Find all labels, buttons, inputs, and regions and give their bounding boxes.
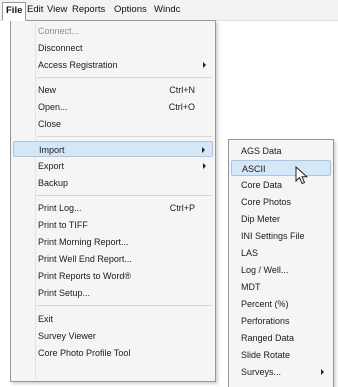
menu-item-print-reports-to-word[interactable]: Print Reports to Word®: [13, 268, 213, 284]
menu-item-print-well-end-report[interactable]: Print Well End Report...: [13, 251, 213, 267]
menu-item-connect: Connect...: [38, 26, 80, 36]
submenu-item-slide-rotate[interactable]: Slide Rotate: [231, 347, 331, 363]
submenu-item-perforations[interactable]: Perforations: [231, 313, 331, 329]
submenu-item-dip-meter[interactable]: Dip Meter: [231, 211, 331, 227]
menu-view[interactable]: View: [44, 3, 70, 17]
menu-window[interactable]: Windc: [151, 3, 183, 17]
submenu-item-ascii[interactable]: ASCII: [231, 160, 331, 176]
import-submenu: AGS Data ASCII Core Data Core Photos Dip…: [228, 139, 334, 387]
menu-item-import[interactable]: Import: [13, 141, 213, 157]
menu-item-survey-viewer[interactable]: Survey Viewer: [13, 328, 213, 344]
menu-item-print-log[interactable]: Print Log... Ctrl+P: [13, 200, 213, 216]
menu-separator: [37, 77, 212, 78]
menu-bar: File Edit View Reports Options Windc: [0, 0, 338, 21]
menu-item-print-to-tiff[interactable]: Print to TIFF: [13, 217, 213, 233]
menu-options[interactable]: Options: [111, 3, 150, 17]
menu-item-print-setup[interactable]: Print Setup...: [13, 285, 213, 301]
menu-item-export[interactable]: Export: [13, 158, 213, 174]
menu-item-exit[interactable]: Exit: [13, 311, 213, 327]
shortcut-label: Ctrl+P: [169, 203, 195, 213]
menu-item-open[interactable]: Open... Ctrl+O: [13, 99, 213, 115]
menu-reports[interactable]: Reports: [69, 3, 108, 17]
submenu-arrow-icon: [203, 62, 206, 68]
submenu-item-ranged-data[interactable]: Ranged Data: [231, 330, 331, 346]
menu-item-backup[interactable]: Backup: [13, 175, 213, 191]
submenu-item-ags-data[interactable]: AGS Data: [231, 143, 331, 159]
submenu-item-core-data[interactable]: Core Data: [231, 177, 331, 193]
mouse-cursor-icon: [295, 166, 309, 185]
submenu-item-ini-settings-file[interactable]: INI Settings File: [231, 228, 331, 244]
menu-separator: [37, 195, 212, 196]
submenu-arrow-icon: [203, 163, 206, 169]
submenu-item-surveys[interactable]: Surveys...: [231, 364, 331, 380]
submenu-arrow-icon: [321, 369, 324, 375]
submenu-arrow-icon: [202, 147, 205, 153]
submenu-item-percent[interactable]: Percent (%): [231, 296, 331, 312]
menu-item-core-photo-profile-tool[interactable]: Core Photo Profile Tool: [13, 345, 213, 361]
submenu-item-core-photos[interactable]: Core Photos: [231, 194, 331, 210]
shortcut-label: Ctrl+N: [169, 85, 195, 95]
menu-item-print-morning-report[interactable]: Print Morning Report...: [13, 234, 213, 250]
menu-item-access-registration[interactable]: Access Registration: [13, 57, 213, 73]
menu-file[interactable]: File: [2, 2, 27, 21]
submenu-item-mdt[interactable]: MDT: [231, 279, 331, 295]
menu-item-close[interactable]: Close: [13, 116, 213, 132]
shortcut-label: Ctrl+O: [168, 102, 195, 112]
submenu-item-las[interactable]: LAS: [231, 245, 331, 261]
submenu-item-log-well[interactable]: Log / Well...: [231, 262, 331, 278]
menu-separator: [37, 136, 212, 137]
menu-separator: [37, 305, 212, 306]
file-menu: Connect... Disconnect Access Registratio…: [10, 20, 216, 382]
menu-item-disconnect[interactable]: Disconnect: [13, 40, 213, 56]
menu-item-new[interactable]: New Ctrl+N: [13, 82, 213, 98]
